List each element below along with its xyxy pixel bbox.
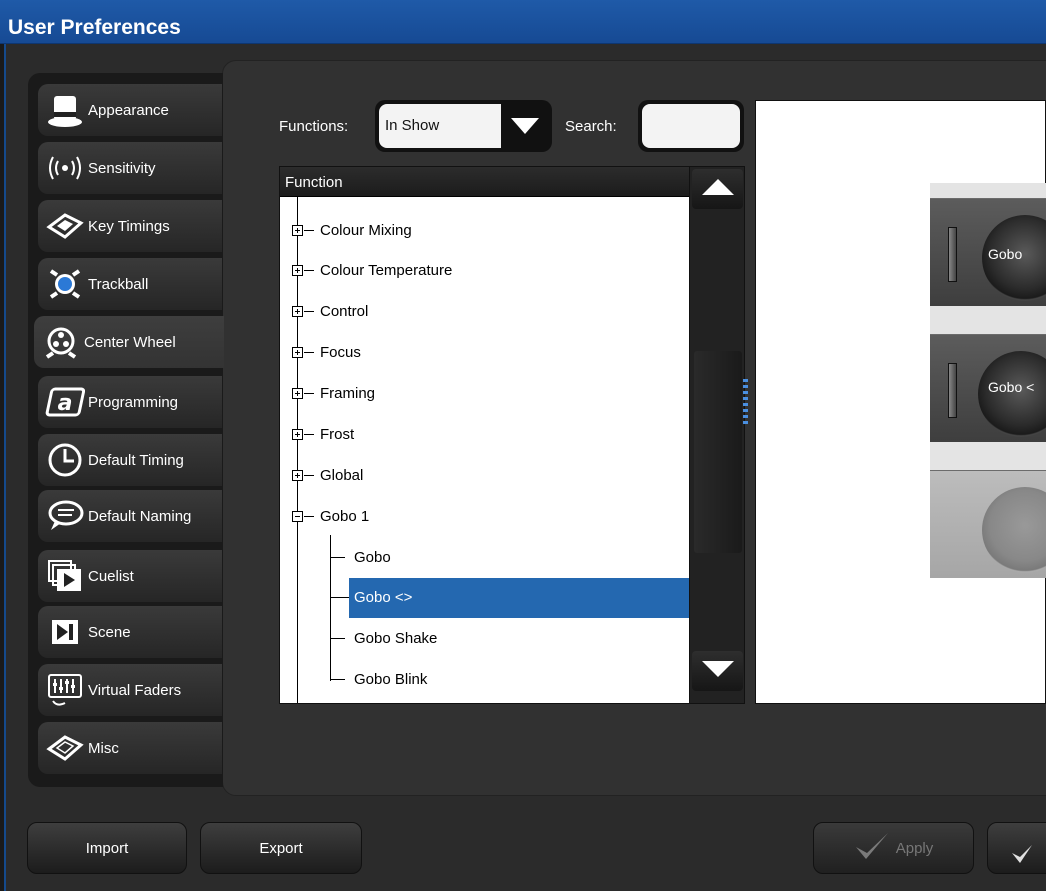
at-sign-icon: a bbox=[44, 381, 86, 423]
splitter-handle[interactable] bbox=[743, 379, 748, 424]
svg-text:a: a bbox=[58, 391, 73, 416]
checkmark-icon bbox=[1010, 843, 1034, 871]
wheel-icon bbox=[40, 321, 82, 363]
scroll-down-button[interactable] bbox=[692, 651, 743, 691]
search-input[interactable] bbox=[642, 104, 740, 148]
chevron-down-icon bbox=[510, 116, 540, 140]
sidebar-item-cuelist[interactable]: Cuelist bbox=[38, 550, 222, 602]
search-label: Search: bbox=[565, 118, 617, 135]
tree-row-focus[interactable]: Focus bbox=[280, 333, 689, 373]
arrow-up-icon bbox=[700, 177, 736, 201]
clock-icon bbox=[44, 439, 86, 481]
preview-wheel-button-gobo: Gobo bbox=[930, 198, 1046, 306]
tree-row-frost[interactable]: Frost bbox=[280, 415, 689, 455]
functions-dropdown[interactable]: In Show bbox=[375, 100, 552, 152]
fader-bar bbox=[948, 363, 957, 418]
scene-icon bbox=[44, 611, 86, 653]
sidebar-item-center-wheel[interactable]: Center Wheel bbox=[34, 316, 224, 368]
export-button[interactable]: Export bbox=[200, 822, 362, 874]
sidebar-item-virtual-faders[interactable]: Virtual Faders bbox=[38, 664, 222, 716]
tree-row-gobo-rotate[interactable]: Gobo <> bbox=[349, 578, 689, 618]
title-bar: User Preferences bbox=[0, 0, 1046, 44]
tree-row-global[interactable]: Global bbox=[280, 456, 689, 496]
sidebar-item-default-timing[interactable]: Default Timing bbox=[38, 434, 222, 486]
expand-icon[interactable] bbox=[292, 306, 303, 317]
faders-icon bbox=[44, 669, 86, 711]
expand-icon[interactable] bbox=[292, 429, 303, 440]
tree-row-framing[interactable]: Framing bbox=[280, 374, 689, 414]
arrow-down-icon bbox=[700, 659, 736, 683]
preview-wheel-button-gobo-rotate: Gobo < bbox=[930, 334, 1046, 442]
apply-button[interactable]: Apply bbox=[813, 822, 974, 874]
key-icon bbox=[44, 205, 86, 247]
sidebar-item-key-timings[interactable]: Key Timings bbox=[38, 200, 222, 252]
sidebar-item-trackball[interactable]: Trackball bbox=[38, 258, 222, 310]
signal-waves-icon bbox=[44, 147, 86, 189]
sidebar-item-default-naming[interactable]: Default Naming bbox=[38, 490, 222, 542]
scroll-up-button[interactable] bbox=[692, 169, 743, 209]
top-hat-icon bbox=[44, 89, 86, 131]
tree-scrollbar[interactable] bbox=[689, 166, 745, 704]
misc-key-icon bbox=[44, 727, 86, 769]
functions-dropdown-value: In Show bbox=[379, 104, 501, 148]
cuelist-icon bbox=[44, 555, 86, 597]
expand-icon[interactable] bbox=[292, 225, 303, 236]
window-title: User Preferences bbox=[8, 16, 181, 39]
preview-wheel-button-disabled bbox=[930, 470, 1046, 578]
tree-row-colour-mixing[interactable]: Colour Mixing bbox=[280, 211, 689, 251]
functions-label: Functions: bbox=[279, 118, 349, 135]
sidebar-item-scene[interactable]: Scene bbox=[38, 606, 222, 658]
tree-row-gobo-shake[interactable]: Gobo Shake bbox=[280, 619, 689, 659]
wheel-label: Gobo < bbox=[988, 379, 1035, 395]
expand-icon[interactable] bbox=[292, 347, 303, 358]
function-tree: Function Colour Mixing Colour Temperatur… bbox=[279, 166, 690, 704]
scroll-thumb[interactable] bbox=[694, 351, 742, 553]
expand-icon[interactable] bbox=[292, 265, 303, 276]
tree-row-control[interactable]: Control bbox=[280, 292, 689, 332]
expand-icon[interactable] bbox=[292, 470, 303, 481]
wheel-label: Gobo bbox=[988, 246, 1023, 262]
wheel-knob-icon bbox=[982, 487, 1046, 573]
sidebar-item-programming[interactable]: a Programming bbox=[38, 376, 222, 428]
sidebar-item-appearance[interactable]: Appearance bbox=[38, 84, 222, 136]
import-button[interactable]: Import bbox=[27, 822, 187, 874]
speech-bubble-icon bbox=[44, 495, 86, 537]
collapse-icon[interactable] bbox=[292, 511, 303, 522]
tree-row-gobo-blink[interactable]: Gobo Blink bbox=[280, 660, 689, 700]
tree-row-colour-temperature[interactable]: Colour Temperature bbox=[280, 251, 689, 291]
function-column-header[interactable]: Function bbox=[280, 167, 689, 197]
expand-icon[interactable] bbox=[292, 388, 303, 399]
search-box bbox=[638, 100, 744, 152]
tree-row-gobo[interactable]: Gobo bbox=[280, 538, 689, 578]
fader-bar bbox=[948, 227, 957, 282]
tree-row-gobo-1[interactable]: Gobo 1 bbox=[280, 497, 689, 537]
ok-button[interactable] bbox=[987, 822, 1046, 874]
sidebar-item-sensitivity[interactable]: Sensitivity bbox=[38, 142, 222, 194]
trackball-icon bbox=[44, 263, 86, 305]
checkmark-icon bbox=[854, 831, 890, 865]
sidebar-item-misc[interactable]: Misc bbox=[38, 722, 222, 774]
